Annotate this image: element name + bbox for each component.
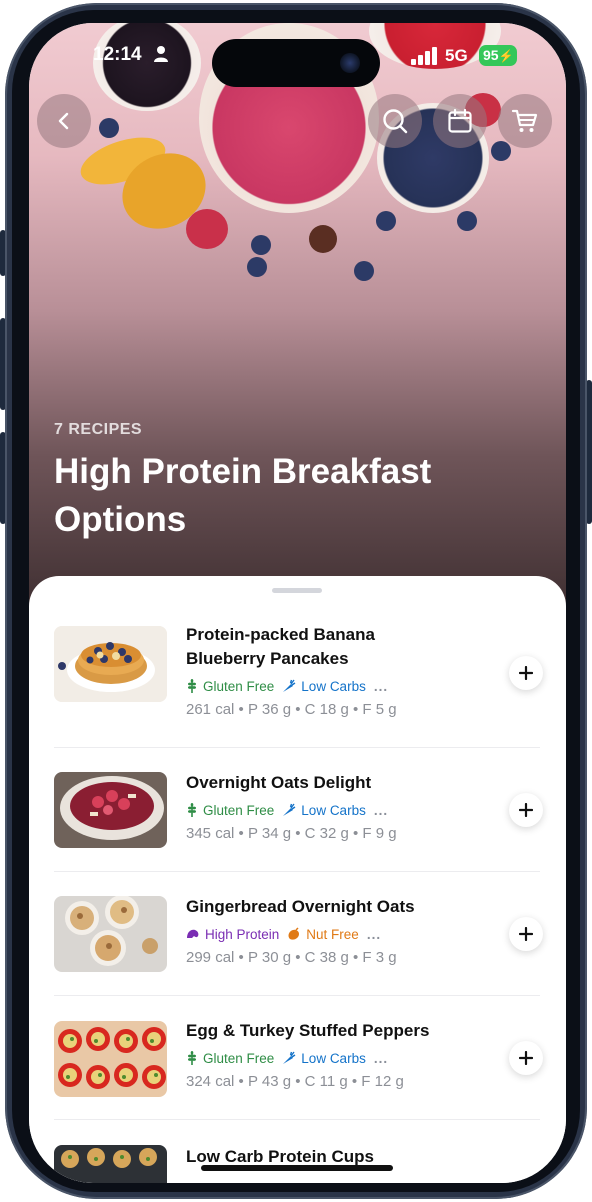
protein-cups-image [54, 1145, 167, 1183]
tag-label: Low Carbs [301, 678, 366, 694]
recipe-thumbnail [54, 896, 167, 972]
recipe-title: Gingerbread Overnight Oats [186, 897, 415, 916]
plus-icon [519, 666, 533, 680]
plus-icon [519, 803, 533, 817]
add-recipe-button[interactable] [509, 656, 543, 690]
tag-label: Low Carbs [301, 802, 366, 818]
more-tags-indicator: ... [373, 678, 389, 694]
blueberry-photo [457, 211, 477, 231]
more-tags-indicator: ... [366, 926, 382, 942]
recipe-title: Overnight Oats Delight [186, 773, 372, 792]
person-icon [154, 46, 168, 62]
recipe-count: 7 RECIPES [54, 421, 143, 438]
recipe-thumbnail [54, 772, 167, 848]
tag-label: Gluten Free [203, 1050, 275, 1066]
charging-icon: ⚡ [498, 49, 514, 63]
blueberry-photo [354, 261, 374, 281]
carrot-icon [283, 679, 296, 692]
wheat-icon [188, 803, 196, 817]
app-screen: 12:14 5G 95⚡ 7 RECIPES High Protein Brea… [29, 23, 566, 1183]
back-button[interactable] [37, 94, 91, 148]
add-recipe-button[interactable] [509, 1041, 543, 1075]
battery-indicator: 95⚡ [479, 45, 517, 66]
recipe-thumbnail [54, 1021, 167, 1097]
tag-label: Gluten Free [203, 802, 275, 818]
recipe-tags: Gluten Free Low Carbs ... [186, 676, 396, 696]
stuffed-peppers-image [54, 1021, 167, 1097]
dynamic-island [212, 39, 380, 87]
cart-icon [511, 109, 538, 132]
recipe-macros: 345 cal • P 34 g • C 32 g • F 9 g [186, 825, 397, 842]
pancakes-image [54, 626, 167, 702]
wheat-icon [188, 1051, 196, 1065]
carrot-icon [283, 1051, 296, 1064]
tag-high-protein: High Protein [186, 927, 279, 942]
cart-button[interactable] [498, 94, 552, 148]
home-indicator[interactable] [201, 1165, 393, 1171]
search-button[interactable] [368, 94, 422, 148]
plus-icon [519, 927, 533, 941]
blackberry-bowl-photo [93, 23, 201, 111]
recipe-list-sheet: Protein-packed Banana Blueberry Pancakes… [29, 576, 566, 1183]
tag-gluten-free: Gluten Free [186, 1051, 274, 1066]
recipe-tags: High Protein Nut Free ... [186, 924, 389, 944]
battery-level: 95 [483, 47, 499, 63]
recipe-title: Protein-packed Banana Blueberry Pancakes [186, 625, 375, 668]
tag-label: Low Carbs [301, 1050, 366, 1066]
camera-icon [340, 53, 360, 73]
network-label: 5G [445, 46, 468, 65]
wheat-icon [188, 679, 196, 693]
search-icon [383, 109, 408, 134]
recipe-item[interactable]: Low Carb Protein Cups [54, 1121, 540, 1183]
recipe-thumbnail [54, 626, 167, 702]
recipe-item[interactable]: Protein-packed Banana Blueberry Pancakes… [54, 624, 543, 748]
status-time: 12:14 [93, 44, 142, 65]
tag-gluten-free: Gluten Free [186, 803, 274, 818]
recipe-title: Egg & Turkey Stuffed Peppers [186, 1021, 430, 1040]
tag-label: High Protein [205, 926, 280, 942]
muscle-icon [187, 929, 199, 938]
blueberry-photo [376, 211, 396, 231]
tag-label: Gluten Free [203, 678, 275, 694]
recipe-macros: 299 cal • P 30 g • C 38 g • F 3 g [186, 949, 397, 966]
recipe-tags: Gluten Free Low Carbs ... [186, 1048, 396, 1068]
oats-bowl-image [54, 772, 167, 848]
recipe-macros: 324 cal • P 43 g • C 11 g • F 12 g [186, 1073, 404, 1090]
plus-icon [519, 1051, 533, 1065]
recipe-item[interactable]: Egg & Turkey Stuffed Peppers Gluten Free… [54, 996, 543, 1120]
tag-label: Nut Free [306, 926, 359, 942]
calendar-icon [448, 108, 472, 133]
carrot-icon [283, 803, 296, 816]
nut-icon [288, 927, 300, 940]
add-recipe-button[interactable] [509, 917, 543, 951]
tag-nut-free: Nut Free [287, 927, 359, 942]
page-title: High Protein Breakfast Options [54, 452, 432, 539]
recipe-item[interactable]: Overnight Oats Delight Gluten Free Low C… [54, 748, 543, 872]
recipe-item[interactable]: Gingerbread Overnight Oats High Protein … [54, 872, 543, 996]
blueberry-photo [491, 141, 511, 161]
signal-icon [411, 47, 437, 65]
more-tags-indicator: ... [373, 1050, 389, 1066]
chevron-left-icon [58, 112, 69, 130]
hero-image: 12:14 5G 95⚡ 7 RECIPES High Protein Brea… [29, 23, 566, 623]
tag-low-carbs: Low Carbs [282, 679, 366, 694]
more-tags-indicator: ... [373, 802, 389, 818]
sheet-grabber[interactable] [272, 588, 322, 593]
calendar-button[interactable] [433, 94, 487, 148]
tag-gluten-free: Gluten Free [186, 679, 274, 694]
raspberry-photo [186, 209, 228, 249]
tag-low-carbs: Low Carbs [282, 803, 366, 818]
recipe-thumbnail [54, 1145, 167, 1183]
recipe-macros: 261 cal • P 36 g • C 18 g • F 5 g [186, 701, 397, 718]
blueberry-photo [99, 118, 119, 138]
recipe-tags: Gluten Free Low Carbs ... [186, 800, 396, 820]
chocolate-photo [309, 225, 337, 253]
blueberry-photo [251, 235, 271, 255]
add-recipe-button[interactable] [509, 793, 543, 827]
tag-low-carbs: Low Carbs [282, 1051, 366, 1066]
blueberry-photo [247, 257, 267, 277]
gingerbread-oats-image [54, 896, 167, 972]
